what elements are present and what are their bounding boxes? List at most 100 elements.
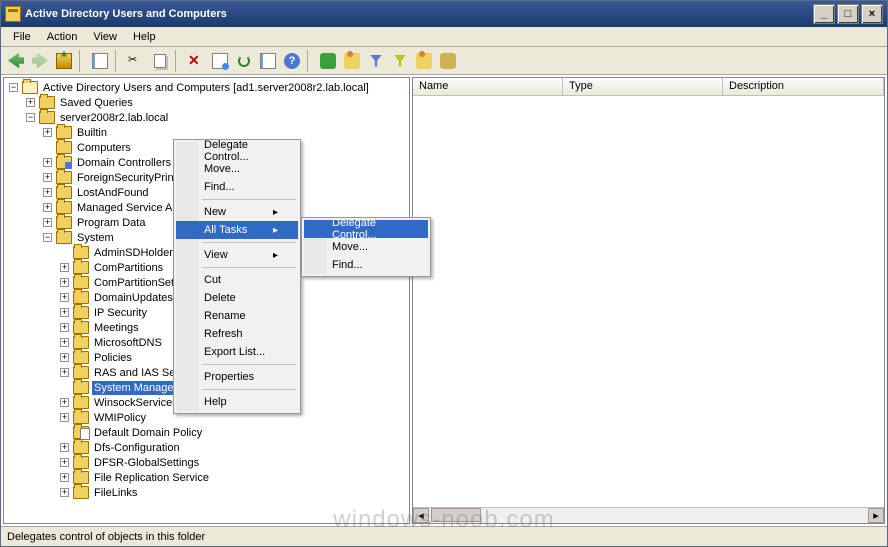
expand-toggle[interactable]: + bbox=[23, 95, 38, 110]
tree-node[interactable]: +Dfs-Configuration bbox=[6, 440, 409, 455]
menu-action[interactable]: Action bbox=[39, 29, 86, 45]
expand-toggle[interactable]: + bbox=[57, 485, 72, 500]
expand-toggle[interactable]: + bbox=[40, 155, 55, 170]
delete-icon: ✕ bbox=[188, 53, 204, 69]
expand-toggle[interactable] bbox=[57, 425, 72, 440]
folder-icon bbox=[39, 111, 55, 124]
col-name[interactable]: Name bbox=[413, 78, 563, 95]
expand-toggle[interactable]: + bbox=[40, 170, 55, 185]
menu-item[interactable]: Move... bbox=[176, 160, 298, 178]
show-hide-button[interactable] bbox=[89, 50, 111, 72]
menu-item[interactable]: Move... bbox=[304, 238, 428, 256]
minimize-button[interactable]: _ bbox=[813, 4, 835, 24]
new-ou-icon bbox=[320, 53, 336, 69]
help-button[interactable]: ? bbox=[281, 50, 303, 72]
menu-item[interactable]: Export List... bbox=[176, 343, 298, 361]
scroll-thumb[interactable] bbox=[431, 508, 481, 522]
expand-toggle[interactable]: + bbox=[57, 290, 72, 305]
menu-help[interactable]: Help bbox=[125, 29, 164, 45]
folder-icon bbox=[73, 351, 89, 364]
properties-button[interactable] bbox=[209, 50, 231, 72]
expand-toggle[interactable]: − bbox=[6, 80, 21, 95]
tree-label: Domain Controllers bbox=[75, 156, 173, 170]
close-button[interactable]: × bbox=[861, 4, 883, 24]
filter2-button[interactable] bbox=[389, 50, 411, 72]
menu-item[interactable]: View bbox=[176, 246, 298, 264]
expand-toggle[interactable]: + bbox=[40, 185, 55, 200]
menu-item[interactable]: All Tasks bbox=[176, 221, 298, 239]
add-user-button[interactable] bbox=[413, 50, 435, 72]
up-button[interactable] bbox=[53, 50, 75, 72]
scroll-right-button[interactable]: ▸ bbox=[868, 508, 884, 523]
menu-item[interactable]: Delegate Control... bbox=[176, 142, 298, 160]
menu-item[interactable]: Properties bbox=[176, 368, 298, 386]
expand-toggle[interactable]: + bbox=[57, 365, 72, 380]
expand-toggle[interactable]: + bbox=[57, 455, 72, 470]
copy-button[interactable] bbox=[149, 50, 171, 72]
cut-button[interactable]: ✂ bbox=[125, 50, 147, 72]
tree-node[interactable]: +FileLinks bbox=[6, 485, 409, 500]
expand-toggle[interactable]: + bbox=[57, 350, 72, 365]
scroll-track[interactable] bbox=[429, 508, 868, 523]
context-submenu-all-tasks[interactable]: Delegate Control...Move...Find... bbox=[301, 217, 431, 277]
col-type[interactable]: Type bbox=[563, 78, 723, 95]
tree-label: WMIPolicy bbox=[92, 411, 148, 425]
refresh-button[interactable] bbox=[233, 50, 255, 72]
menu-view[interactable]: View bbox=[85, 29, 125, 45]
expand-toggle[interactable]: − bbox=[23, 110, 38, 125]
menu-item[interactable]: Find... bbox=[176, 178, 298, 196]
folder-icon bbox=[73, 396, 89, 409]
menu-item[interactable]: Rename bbox=[176, 307, 298, 325]
back-button[interactable] bbox=[5, 50, 27, 72]
titlebar: Active Directory Users and Computers _ □… bbox=[1, 1, 887, 27]
expand-toggle[interactable]: + bbox=[57, 275, 72, 290]
expand-toggle[interactable]: + bbox=[40, 125, 55, 140]
expand-toggle[interactable] bbox=[40, 140, 55, 155]
forward-button[interactable] bbox=[29, 50, 51, 72]
tree-node[interactable]: −Active Directory Users and Computers [a… bbox=[6, 80, 409, 95]
maximize-button[interactable]: □ bbox=[837, 4, 859, 24]
tree-node[interactable]: Default Domain Policy bbox=[6, 425, 409, 440]
list-pane[interactable]: Name Type Description ◂ ▸ bbox=[412, 77, 885, 524]
col-description[interactable]: Description bbox=[723, 78, 884, 95]
menu-item[interactable]: Delete bbox=[176, 289, 298, 307]
tree-node[interactable]: +DFSR-GlobalSettings bbox=[6, 455, 409, 470]
expand-toggle[interactable] bbox=[57, 245, 72, 260]
expand-toggle[interactable]: + bbox=[57, 305, 72, 320]
tree-node[interactable]: +Builtin bbox=[6, 125, 409, 140]
delete-button[interactable]: ✕ bbox=[185, 50, 207, 72]
filter-icon bbox=[370, 55, 382, 67]
menu-item[interactable]: Find... bbox=[304, 256, 428, 274]
folder-icon bbox=[56, 231, 72, 244]
tree-node[interactable]: +Saved Queries bbox=[6, 95, 409, 110]
expand-toggle[interactable] bbox=[57, 380, 72, 395]
expand-toggle[interactable]: + bbox=[57, 410, 72, 425]
tree-label: AdminSDHolder bbox=[92, 246, 175, 260]
expand-toggle[interactable]: + bbox=[57, 260, 72, 275]
scroll-left-button[interactable]: ◂ bbox=[413, 508, 429, 523]
expand-toggle[interactable]: + bbox=[57, 470, 72, 485]
expand-toggle[interactable]: + bbox=[57, 320, 72, 335]
expand-toggle[interactable]: + bbox=[57, 395, 72, 410]
menu-item[interactable]: Help bbox=[176, 393, 298, 411]
context-menu[interactable]: Delegate Control...Move...Find... NewAll … bbox=[173, 139, 301, 414]
filter1-button[interactable] bbox=[365, 50, 387, 72]
expand-toggle[interactable]: + bbox=[57, 335, 72, 350]
expand-toggle[interactable]: + bbox=[57, 440, 72, 455]
expand-toggle[interactable]: + bbox=[40, 215, 55, 230]
find-button[interactable] bbox=[341, 50, 363, 72]
menu-item[interactable]: New bbox=[176, 203, 298, 221]
tree-node[interactable]: +File Replication Service bbox=[6, 470, 409, 485]
menu-item[interactable]: Cut bbox=[176, 271, 298, 289]
menu-file[interactable]: File bbox=[5, 29, 39, 45]
new-ou-button[interactable] bbox=[317, 50, 339, 72]
expand-toggle[interactable]: + bbox=[40, 200, 55, 215]
folder-icon bbox=[73, 426, 89, 439]
tree-node[interactable]: −server2008r2.lab.local bbox=[6, 110, 409, 125]
expand-toggle[interactable]: − bbox=[40, 230, 55, 245]
link-button[interactable] bbox=[437, 50, 459, 72]
menu-item[interactable]: Refresh bbox=[176, 325, 298, 343]
horizontal-scrollbar[interactable]: ◂ ▸ bbox=[413, 507, 884, 523]
export-button[interactable] bbox=[257, 50, 279, 72]
menu-item[interactable]: Delegate Control... bbox=[304, 220, 428, 238]
